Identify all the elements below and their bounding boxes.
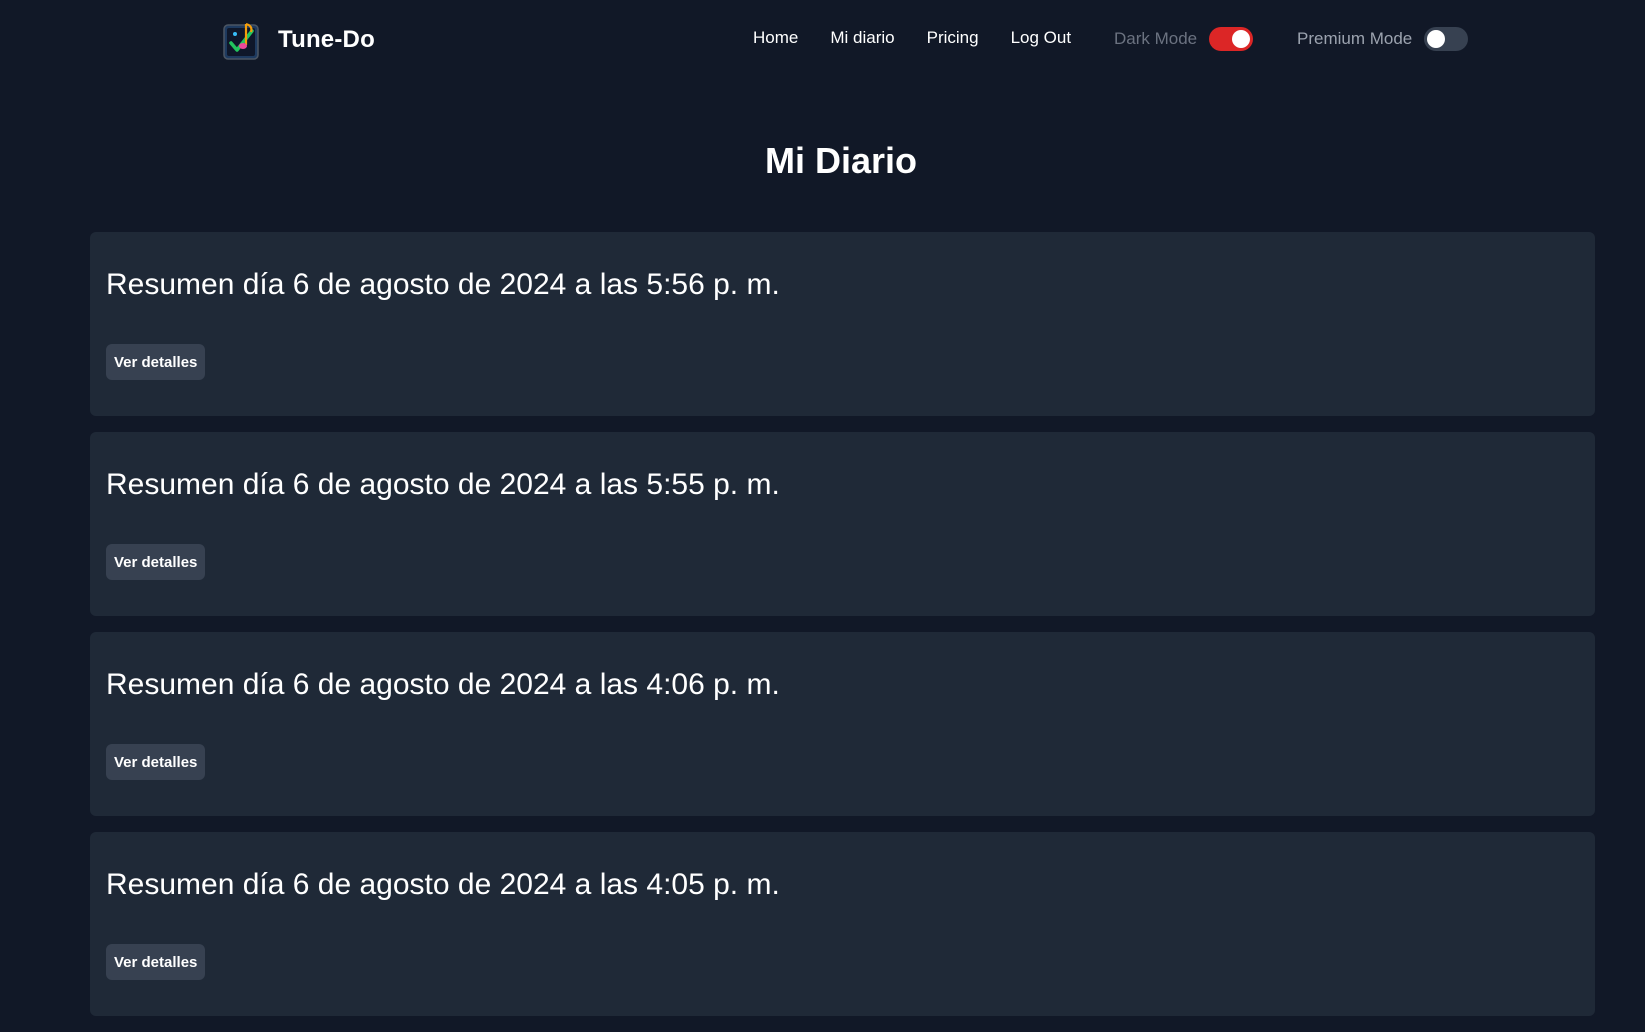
view-details-button[interactable]: Ver detalles xyxy=(106,344,206,380)
diary-entry-card: Resumen día 6 de agosto de 2024 a las 4:… xyxy=(90,832,1595,1016)
dark-mode-toggle-group: Dark Mode xyxy=(1114,27,1254,51)
top-navbar: Tune-Do Home Mi diario Pricing Log Out D… xyxy=(0,0,1645,80)
brand-name: Tune-Do xyxy=(278,26,375,53)
switch-knob xyxy=(1427,30,1446,48)
dark-mode-switch[interactable] xyxy=(1209,27,1254,51)
nav-link-pricing[interactable]: Pricing xyxy=(927,28,979,48)
nav-link-log-out[interactable]: Log Out xyxy=(1011,28,1072,48)
brand-home-link[interactable]: Tune-Do xyxy=(222,19,375,61)
diary-entry-card: Resumen día 6 de agosto de 2024 a las 5:… xyxy=(90,232,1595,416)
diary-entry-title: Resumen día 6 de agosto de 2024 a las 5:… xyxy=(106,268,780,301)
dark-mode-label: Dark Mode xyxy=(1114,29,1198,48)
nav-links: Home Mi diario Pricing Log Out xyxy=(753,28,1103,48)
diary-entry-card: Resumen día 6 de agosto de 2024 a las 4:… xyxy=(90,632,1595,816)
premium-mode-switch[interactable] xyxy=(1424,27,1469,51)
view-details-button[interactable]: Ver detalles xyxy=(106,544,206,580)
diary-entry-list: Resumen día 6 de agosto de 2024 a las 5:… xyxy=(90,232,1595,1032)
diary-entry-card: Resumen día 6 de agosto de 2024 a las 5:… xyxy=(90,432,1595,616)
page-title: Mi Diario xyxy=(764,140,917,181)
nav-link-home[interactable]: Home xyxy=(753,28,798,48)
premium-mode-label: Premium Mode xyxy=(1297,29,1413,48)
diary-entry-title: Resumen día 6 de agosto de 2024 a las 5:… xyxy=(106,468,780,501)
music-checklist-logo-icon xyxy=(223,22,259,60)
view-details-button[interactable]: Ver detalles xyxy=(106,744,206,780)
diary-entry-title: Resumen día 6 de agosto de 2024 a las 4:… xyxy=(106,668,780,701)
premium-mode-toggle-group: Premium Mode xyxy=(1297,27,1469,51)
switch-knob xyxy=(1232,30,1251,48)
nav-link-mi-diario[interactable]: Mi diario xyxy=(830,28,894,48)
diary-entry-title: Resumen día 6 de agosto de 2024 a las 4:… xyxy=(106,868,780,901)
view-details-button[interactable]: Ver detalles xyxy=(106,944,206,980)
